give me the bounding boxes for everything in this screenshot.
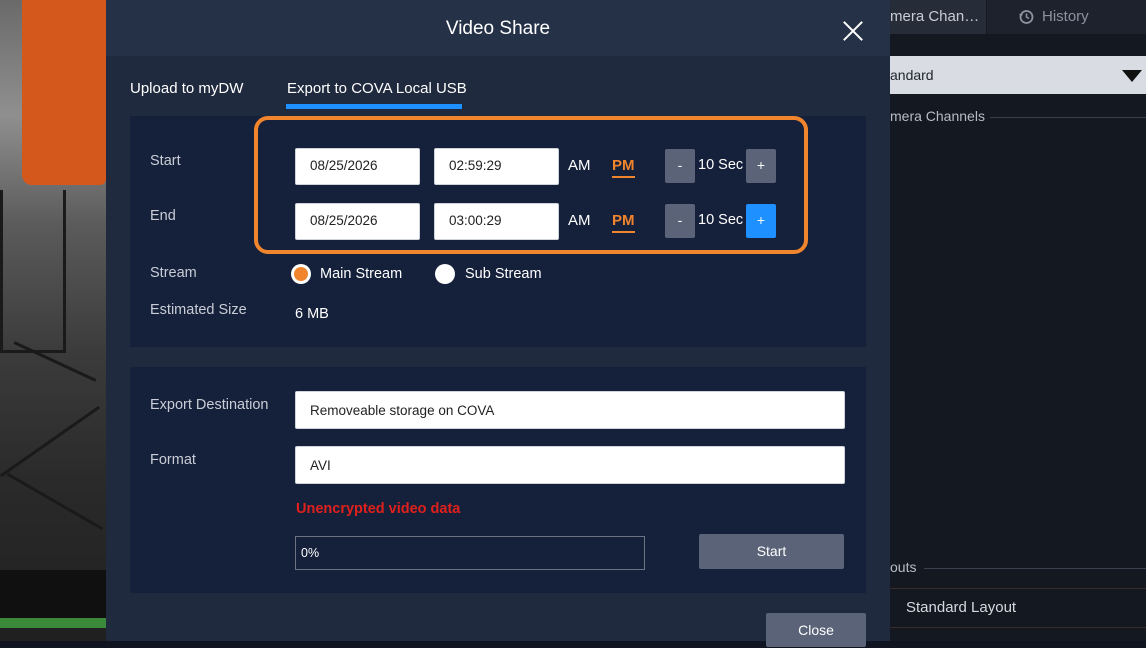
- chevron-down-icon: [1122, 70, 1142, 82]
- divider: [924, 568, 1146, 569]
- end-increment-button[interactable]: +: [746, 204, 776, 238]
- tab-history-label: History: [1042, 8, 1089, 25]
- camera-feed: [0, 0, 106, 641]
- camera-feed-object: [0, 618, 106, 628]
- tab-export-cova-usb[interactable]: Export to COVA Local USB: [287, 80, 467, 97]
- estimated-size-value: 6 MB: [295, 306, 329, 322]
- divider: [990, 117, 1146, 118]
- stream-label: Stream: [150, 265, 197, 281]
- end-pm-toggle[interactable]: PM: [612, 212, 635, 233]
- end-am-toggle[interactable]: AM: [568, 212, 591, 229]
- progress-bar: 0%: [295, 536, 645, 570]
- start-time-field[interactable]: 02:59:29: [434, 148, 559, 185]
- layout-select[interactable]: andard: [890, 56, 1146, 94]
- tab-camera-channels-label: mera Chan…: [890, 8, 980, 25]
- encryption-warning: Unencrypted video data: [296, 501, 461, 517]
- start-pm-toggle[interactable]: PM: [612, 157, 635, 178]
- end-date-field[interactable]: 08/25/2026: [295, 203, 420, 240]
- end-label: End: [150, 208, 176, 224]
- tab-upload-mydw[interactable]: Upload to myDW: [130, 80, 243, 97]
- video-share-dialog: Video Share Upload to myDW Export to COV…: [106, 0, 890, 647]
- end-time-field[interactable]: 03:00:29: [434, 203, 559, 240]
- export-destination-label: Export Destination: [150, 397, 269, 413]
- close-icon[interactable]: [842, 20, 864, 42]
- camera-feed-object: [22, 0, 106, 185]
- estimated-size-label: Estimated Size: [150, 302, 247, 318]
- format-label: Format: [150, 452, 196, 468]
- layout-item-standard[interactable]: Standard Layout: [890, 588, 1146, 628]
- layouts-heading: outs: [890, 559, 917, 575]
- right-panel: mera Chan… History andard mera Channels …: [890, 0, 1146, 641]
- start-increment-button[interactable]: +: [746, 149, 776, 183]
- main-stream-label[interactable]: Main Stream: [320, 266, 402, 282]
- start-decrement-button[interactable]: -: [665, 149, 695, 183]
- tab-history[interactable]: History: [987, 0, 1146, 34]
- start-date-field[interactable]: 08/25/2026: [295, 148, 420, 185]
- dialog-title: Video Share: [445, 18, 551, 39]
- camera-channels-heading: mera Channels: [890, 108, 985, 124]
- end-step-value: 10 Sec: [698, 212, 744, 228]
- start-button[interactable]: Start: [699, 534, 844, 569]
- dialog-header: Video Share: [106, 0, 890, 56]
- start-label: Start: [150, 153, 181, 169]
- layout-select-value: andard: [890, 67, 934, 83]
- sub-stream-radio[interactable]: [435, 264, 455, 284]
- end-decrement-button[interactable]: -: [665, 204, 695, 238]
- camera-feed-object: [0, 190, 66, 353]
- camera-feed-object: [0, 570, 106, 618]
- layout-item-label: Standard Layout: [906, 599, 1017, 616]
- tab-camera-channels[interactable]: mera Chan…: [890, 0, 986, 34]
- sub-stream-label[interactable]: Sub Stream: [465, 266, 542, 282]
- active-tab-indicator: [286, 104, 462, 109]
- main-stream-radio[interactable]: [291, 264, 311, 284]
- export-destination-field[interactable]: Removeable storage on COVA: [295, 391, 845, 429]
- history-icon: [1019, 10, 1034, 24]
- start-am-toggle[interactable]: AM: [568, 157, 591, 174]
- close-button[interactable]: Close: [766, 613, 866, 647]
- start-step-value: 10 Sec: [698, 157, 744, 173]
- progress-text: 0%: [301, 546, 320, 560]
- camera-feed-object: [6, 472, 104, 531]
- format-field[interactable]: AVI: [295, 446, 845, 484]
- camera-feed-object: [0, 405, 101, 478]
